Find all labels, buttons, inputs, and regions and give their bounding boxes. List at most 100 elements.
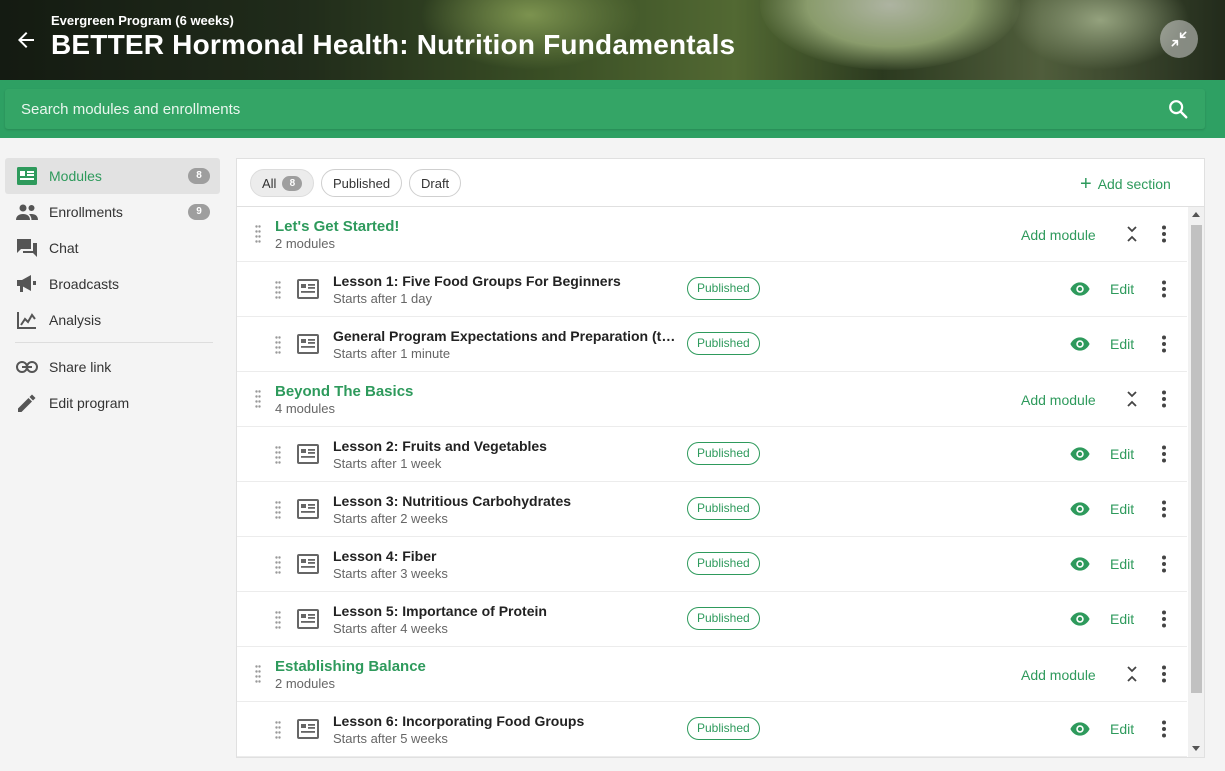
drag-handle-icon[interactable] [275,611,281,629]
scroll-down-arrow-icon[interactable] [1192,746,1200,751]
scroll-up-arrow-icon[interactable] [1192,212,1200,217]
sidebar-divider [15,342,213,343]
sidebar-item-label: Analysis [49,312,102,328]
eye-icon[interactable] [1070,335,1090,353]
add-module-button[interactable]: Add module [1021,227,1096,243]
status-badge: Published [687,607,760,630]
filter-chip-published[interactable]: Published [321,169,403,197]
modules-icon [16,165,38,187]
more-vert-icon[interactable] [1161,390,1167,408]
pencil-icon [16,392,38,414]
article-icon [297,554,319,574]
edit-module-button[interactable]: Edit [1110,721,1134,737]
drag-handle-icon[interactable] [275,556,281,574]
module-schedule: Starts after 3 weeks [333,566,448,581]
module-title[interactable]: Lesson 1: Five Food Groups For Beginners [333,273,678,289]
chip-label: Draft [421,175,450,191]
drag-handle-icon[interactable] [275,446,281,464]
add-section-button[interactable]: + Add section [1080,173,1171,195]
analysis-icon [16,309,38,331]
drag-handle-icon[interactable] [275,336,281,354]
list-scrollbar[interactable] [1188,207,1204,757]
eye-icon[interactable] [1070,500,1090,518]
edit-module-button[interactable]: Edit [1110,281,1134,297]
section-title[interactable]: Let's Get Started! [275,218,399,235]
module-row[interactable]: Lesson 6: Incorporating Food Groups Star… [237,702,1187,757]
sidebar-item-chat[interactable]: Chat [5,230,220,266]
chat-icon [16,237,38,259]
sidebar-item-share-link[interactable]: Share link [5,349,220,385]
edit-module-button[interactable]: Edit [1110,336,1134,352]
module-schedule: Starts after 4 weeks [333,621,448,636]
module-row[interactable]: Lesson 2: Fruits and Vegetables Starts a… [237,427,1187,482]
module-row[interactable]: Lesson 1: Five Food Groups For Beginners… [237,262,1187,317]
scrollbar-thumb[interactable] [1191,225,1202,693]
enrollments-count-badge: 9 [188,204,210,220]
module-title[interactable]: Lesson 2: Fruits and Vegetables [333,438,678,454]
eye-icon[interactable] [1070,555,1090,573]
drag-handle-icon[interactable] [275,281,281,299]
search-input[interactable] [21,89,1121,129]
filter-chip-all[interactable]: All 8 [250,169,315,197]
module-title[interactable]: General Program Expectations and Prepara… [333,328,678,344]
module-row[interactable]: General Program Expectations and Prepara… [237,317,1187,372]
more-vert-icon[interactable] [1161,280,1167,298]
more-vert-icon[interactable] [1161,610,1167,628]
module-list: Let's Get Started! 2 modules Add module … [237,207,1187,757]
module-row[interactable]: Lesson 5: Importance of Protein Starts a… [237,592,1187,647]
collapse-section-icon[interactable] [1125,665,1139,683]
eye-icon[interactable] [1070,610,1090,628]
modules-count-badge: 8 [188,168,210,184]
section-module-count: 2 modules [275,676,335,691]
drag-handle-icon[interactable] [255,225,261,243]
drag-handle-icon[interactable] [275,501,281,519]
more-vert-icon[interactable] [1161,500,1167,518]
module-title[interactable]: Lesson 5: Importance of Protein [333,603,678,619]
more-vert-icon[interactable] [1161,720,1167,738]
add-module-button[interactable]: Add module [1021,667,1096,683]
module-row[interactable]: Lesson 4: Fiber Starts after 3 weeks Pub… [237,537,1187,592]
sidebar-item-broadcasts[interactable]: Broadcasts [5,266,220,302]
program-subtitle: Evergreen Program (6 weeks) [51,13,234,28]
module-title[interactable]: Lesson 6: Incorporating Food Groups [333,713,678,729]
more-vert-icon[interactable] [1161,225,1167,243]
edit-module-button[interactable]: Edit [1110,446,1134,462]
module-title[interactable]: Lesson 3: Nutritious Carbohydrates [333,493,678,509]
edit-module-button[interactable]: Edit [1110,501,1134,517]
eye-icon[interactable] [1070,280,1090,298]
chip-label: Published [333,175,391,191]
more-vert-icon[interactable] [1161,335,1167,353]
add-module-button[interactable]: Add module [1021,392,1096,408]
sidebar-item-edit-program[interactable]: Edit program [5,385,220,421]
edit-module-button[interactable]: Edit [1110,556,1134,572]
section-title[interactable]: Beyond The Basics [275,383,413,400]
status-badge: Published [687,442,760,465]
edit-module-button[interactable]: Edit [1110,611,1134,627]
sidebar-item-enrollments[interactable]: Enrollments 9 [5,194,220,230]
article-icon [297,279,319,299]
eye-icon[interactable] [1070,720,1090,738]
section-module-count: 4 modules [275,401,335,416]
eye-icon[interactable] [1070,445,1090,463]
search-icon[interactable] [1167,98,1189,120]
module-row[interactable]: Lesson 3: Nutritious Carbohydrates Start… [237,482,1187,537]
sidebar-item-analysis[interactable]: Analysis [5,302,220,338]
collapse-header-button[interactable] [1160,20,1198,58]
drag-handle-icon[interactable] [275,721,281,739]
collapse-section-icon[interactable] [1125,390,1139,408]
collapse-section-icon[interactable] [1125,225,1139,243]
more-vert-icon[interactable] [1161,445,1167,463]
drag-handle-icon[interactable] [255,390,261,408]
back-arrow-icon[interactable] [12,28,40,52]
module-title[interactable]: Lesson 4: Fiber [333,548,678,564]
filter-chip-draft[interactable]: Draft [409,169,462,197]
link-icon [16,356,38,378]
article-icon [297,444,319,464]
drag-handle-icon[interactable] [255,665,261,683]
more-vert-icon[interactable] [1161,665,1167,683]
section-title[interactable]: Establishing Balance [275,658,426,675]
chip-count-badge: 8 [282,175,303,191]
modules-panel: All 8 Published Draft + Add section Let'… [236,158,1205,758]
sidebar-item-modules[interactable]: Modules 8 [5,158,220,194]
more-vert-icon[interactable] [1161,555,1167,573]
